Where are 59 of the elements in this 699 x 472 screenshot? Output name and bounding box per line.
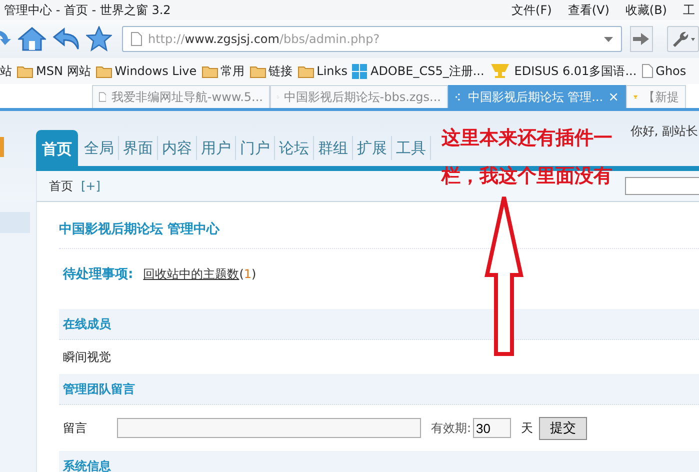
tiles-icon [352,64,368,78]
nav-tab[interactable]: 门户 [236,136,275,160]
folder-icon [17,64,33,78]
bookmark-item[interactable]: Links [298,64,348,78]
wrench-icon [670,30,695,48]
tools-button[interactable] [666,26,699,52]
pending-count: (1) [239,267,256,281]
validity-field[interactable]: 30 [473,418,512,438]
folder-icon [250,64,266,78]
bookmark-item[interactable]: Ghos [642,64,686,78]
message-field[interactable] [117,418,421,438]
validity-label: 有效期: [431,420,472,436]
folder-icon [202,64,218,78]
caret-icon[interactable] [604,36,613,42]
nav-tab[interactable]: 论坛 [275,136,314,160]
nav-tab[interactable]: 界面 [119,136,158,160]
window-title: 管理中心 - 首页 - 世界之窗 3.2 [4,2,171,18]
nav-tab[interactable]: 扩展 [353,136,392,160]
section-header: 系统信息 [59,451,699,472]
greeting-text: 你好, 副站长 [630,123,698,140]
nav-tab[interactable]: 全局 [80,136,119,160]
logo-fragment [0,137,4,157]
bookmark-item[interactable]: EDISUS 6.01多国语... [489,62,637,80]
unit-label: 天 [521,420,534,436]
bookmark-item[interactable]: MSN 网站 [17,62,91,80]
nav-tab[interactable]: 内容 [158,136,197,160]
nav-tab[interactable]: 群组 [314,136,353,160]
back-icon[interactable] [52,27,80,51]
section-header: 管理团队留言 [59,374,699,405]
recycle-link[interactable]: 回收站中的主题数 [143,266,240,283]
nav-tab[interactable]: 工具 [392,136,431,160]
menu-item[interactable]: 文件(F) [512,2,552,18]
go-button[interactable] [630,26,653,52]
bookmark-item[interactable]: ADOBE_CS5_注册... [352,62,484,80]
folder-icon [298,64,314,78]
pending-label: 待处理事项: [63,266,134,283]
trophy-icon [489,63,512,79]
arrow-right-icon [633,33,650,45]
star-icon[interactable] [86,26,112,52]
section-header: 在线成员 [59,309,699,340]
home-icon[interactable] [18,26,46,52]
nav-tab[interactable]: 用户 [197,136,236,160]
folder-icon [96,64,112,78]
add-link[interactable]: [+] [81,179,100,193]
search-field[interactable] [625,177,699,195]
nav-tab[interactable]: 首页 [36,130,78,166]
message-label: 留言 [63,420,88,436]
bookmark-item[interactable]: 常用 [202,62,245,80]
bookmark-item[interactable]: 链接 [250,62,293,80]
menu-item[interactable]: 工 [683,2,695,18]
bookmark-item[interactable]: 站 [0,62,12,80]
address-field[interactable]: http://www.zgsjsj.com/bbs/admin.php? [122,26,622,52]
bookmark-item[interactable]: Windows Live [96,64,197,78]
menu-item[interactable]: 收藏(B) [625,2,667,18]
breadcrumb[interactable]: 首页 [49,178,73,194]
annotation-text: 这里本来还有插件一栏，我这个里面没有 [442,126,614,189]
menu-item[interactable]: 查看(V) [568,2,610,18]
submit-button[interactable]: 提交 [539,416,588,440]
member-name: 瞬间视觉 [63,348,111,366]
